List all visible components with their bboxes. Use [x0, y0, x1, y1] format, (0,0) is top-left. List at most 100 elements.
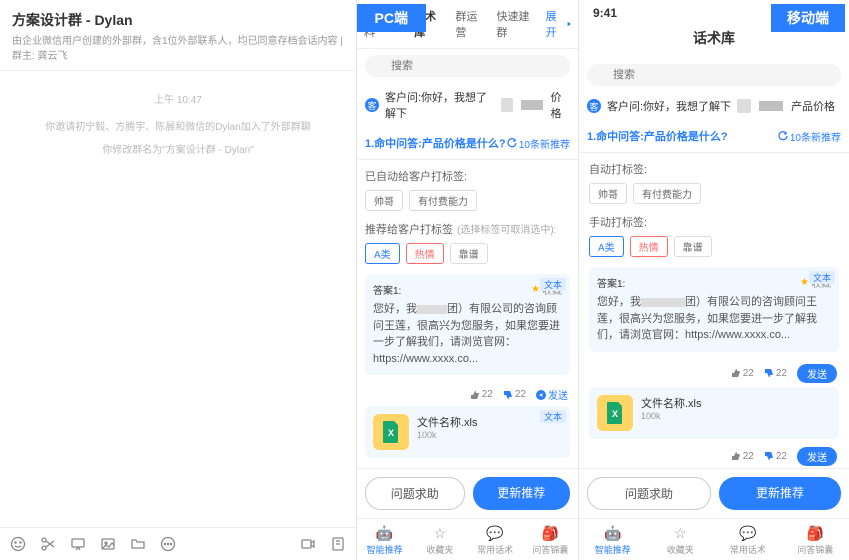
pc-chat-window: PC端 方案设计群 - Dylan 由企业微信用户创建的外部群，含1位外部联系人…	[0, 0, 357, 560]
file-name: 文件名称.xls	[641, 395, 702, 411]
tag[interactable]: 靠谱	[450, 243, 488, 264]
text-badge: 文本	[809, 271, 835, 284]
nav-smart[interactable]: 🤖智能推荐	[579, 519, 647, 560]
refresh-button[interactable]: 更新推荐	[719, 477, 841, 510]
chat-body: 上午 10:47 你邀请初宁毅、方腾宇、陈晨和微信的Dylan加入了外部群聊 你…	[0, 71, 356, 527]
nav-faq[interactable]: 🎒问答锦囊	[782, 519, 849, 560]
scissors-icon[interactable]	[40, 536, 56, 552]
bottom-nav: 🤖智能推荐 ☆收藏夹 💬常用话术 🎒问答锦囊	[357, 518, 578, 560]
file-size: 100k	[641, 411, 702, 421]
nav-fav[interactable]: ☆收藏夹	[412, 519, 467, 560]
nav-smart[interactable]: 🤖智能推荐	[357, 519, 412, 560]
expand-button[interactable]: 展开	[540, 0, 578, 48]
send-button[interactable]: 发送	[797, 364, 837, 383]
emoji-icon[interactable]	[10, 536, 26, 552]
tag[interactable]: 帅哥	[589, 183, 627, 204]
file-name: 文件名称.xls	[417, 414, 478, 430]
svg-text:X: X	[612, 409, 618, 419]
auto-tag-label: 自动打标签:	[589, 161, 839, 177]
svg-text:X: X	[388, 428, 394, 438]
star-icon: ☆	[647, 525, 715, 542]
bag-icon: 🎒	[523, 525, 578, 542]
thumbs-up[interactable]: 22	[731, 447, 754, 466]
auto-tag-label: 已自动给客户打标签:	[365, 168, 570, 184]
search-input[interactable]	[365, 55, 570, 77]
file-card-xls[interactable]: X 文件名称.xls 100k	[589, 387, 839, 439]
tag[interactable]: 有付费能力	[409, 190, 477, 211]
tag[interactable]: 帅哥	[365, 190, 403, 211]
answer-text: 您好，我团）有限公司的咨询顾问王莲，很高兴为您服务，如果您要进一步了解我们，请浏…	[373, 301, 562, 367]
tag[interactable]: 有付费能力	[633, 183, 701, 204]
help-button[interactable]: 问题求助	[587, 477, 711, 510]
text-badge: 文本	[540, 410, 566, 423]
chat-header: 方案设计群 - Dylan 由企业微信用户创建的外部群，含1位外部联系人，均已同…	[0, 0, 356, 71]
mobile-badge: 移动端	[771, 4, 845, 32]
panel-content[interactable]: 已自动给客户打标签: 帅哥 有付费能力 推荐给客户打标签(选择标签可取消选中):…	[357, 160, 578, 468]
tag[interactable]: 热情	[630, 236, 668, 257]
nav-fav[interactable]: ☆收藏夹	[647, 519, 715, 560]
send-button[interactable]: 发送	[797, 447, 837, 466]
customer-question-row: 客 客户问:你好，我想了解下 产品价格	[579, 92, 849, 120]
tag[interactable]: 热情	[406, 243, 444, 264]
file-size: 100k	[417, 430, 478, 440]
nav-faq[interactable]: 🎒问答锦囊	[523, 519, 578, 560]
xls-icon: X	[373, 414, 409, 450]
help-button[interactable]: 问题求助	[365, 477, 465, 510]
chat-icon: 💬	[714, 525, 782, 542]
text-badge: 文本	[540, 278, 566, 291]
answer-actions: 22 22 发送	[365, 383, 570, 406]
thumbs-up[interactable]: 22	[731, 364, 754, 383]
thumbs-down[interactable]: 22	[503, 387, 526, 402]
xls-icon: X	[597, 395, 633, 431]
chat-toolbar	[0, 527, 356, 560]
answer-label: 答案1:	[597, 275, 625, 290]
answer-label: 答案1:	[373, 282, 401, 297]
system-message: 你邀请初宁毅、方腾宇、陈晨和微信的Dylan加入了外部群聊	[10, 118, 346, 133]
tab-group[interactable]: 群运营	[448, 0, 489, 48]
bottom-buttons: 问题求助 更新推荐	[357, 468, 578, 518]
answer-text: 您好，我团）有限公司的咨询顾问王莲，很高兴为您服务，如果您要进一步了解我们，请浏…	[597, 294, 831, 344]
customer-question-row: 客 客户问:你好，我想了解下 价格	[357, 83, 578, 127]
rec-tags: A类 热情 靠谱	[365, 243, 570, 264]
nav-common[interactable]: 💬常用话术	[468, 519, 523, 560]
thumbs-down[interactable]: 22	[764, 447, 787, 466]
tag[interactable]: 靠谱	[674, 236, 712, 257]
tab-quickgroup[interactable]: 快速建群	[489, 0, 539, 48]
hit-question: 1.命中问答:产品价格是什么?	[587, 128, 728, 144]
tag[interactable]: A类	[365, 243, 400, 264]
bottom-buttons: 问题求助 更新推荐	[579, 468, 849, 518]
image-icon[interactable]	[100, 536, 116, 552]
status-time: 9:41	[593, 6, 617, 20]
mobile-content[interactable]: 自动打标签: 帅哥 有付费能力 手动打标签: A类 热情 靠谱 答案1: ★收藏…	[579, 153, 849, 468]
bag-icon: 🎒	[782, 525, 849, 542]
refresh-button[interactable]: 更新推荐	[473, 477, 571, 510]
answer-card: 答案1: ★收藏 文本 您好，我团）有限公司的咨询顾问王莲，很高兴为您服务，如果…	[365, 274, 570, 375]
robot-icon: 🤖	[357, 525, 412, 542]
pc-badge: PC端	[357, 4, 426, 32]
robot-icon: 🤖	[579, 525, 647, 542]
customer-icon: 客	[587, 99, 601, 113]
more-icon[interactable]	[160, 536, 176, 552]
hit-row: 1.命中问答:产品价格是什么? 10条新推荐	[357, 127, 578, 160]
refresh-link[interactable]: 10条新推荐	[507, 136, 570, 151]
file-card-xls[interactable]: 文本 X 文件名称.xls 100k	[365, 406, 570, 458]
thumbs-down[interactable]: 22	[764, 364, 787, 383]
rec-tag-label: 推荐给客户打标签(选择标签可取消选中):	[365, 221, 570, 237]
chat-icon: 💬	[468, 525, 523, 542]
tag[interactable]: A类	[589, 236, 624, 257]
thumbs-up[interactable]: 22	[470, 387, 493, 402]
send-button[interactable]: 发送	[536, 387, 568, 402]
folder-icon[interactable]	[130, 536, 146, 552]
customer-icon: 客	[365, 98, 379, 112]
manual-tag-label: 手动打标签:	[589, 214, 839, 230]
answer-card: 答案1: ★收藏 文本 您好，我团）有限公司的咨询顾问王莲，很高兴为您服务，如果…	[589, 267, 839, 352]
bottom-nav: 🤖智能推荐 ☆收藏夹 💬常用话术 🎒问答锦囊	[579, 518, 849, 560]
refresh-link[interactable]: 10条新推荐	[778, 129, 841, 144]
phone-icon[interactable]	[330, 536, 346, 552]
nav-common[interactable]: 💬常用话术	[714, 519, 782, 560]
search-input[interactable]	[587, 64, 841, 86]
message-icon[interactable]	[70, 536, 86, 552]
hit-row: 1.命中问答:产品价格是什么? 10条新推荐	[579, 120, 849, 153]
record-icon[interactable]	[300, 536, 316, 552]
chat-time: 上午 10:47	[10, 91, 346, 106]
